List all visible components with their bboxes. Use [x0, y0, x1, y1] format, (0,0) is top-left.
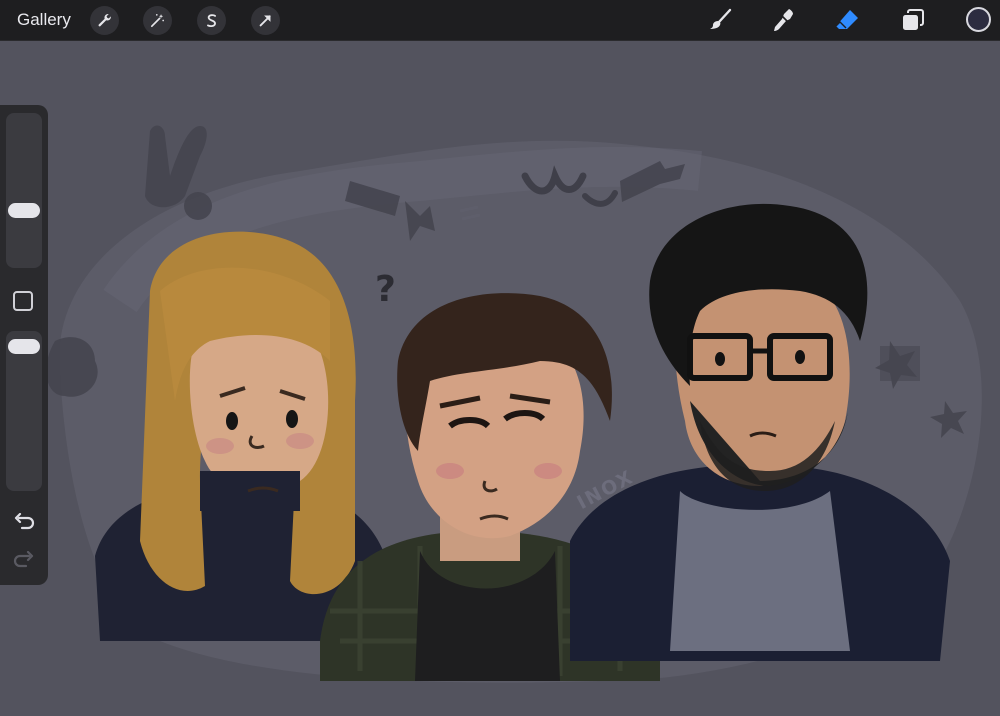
brush-icon[interactable]: [704, 4, 736, 36]
layers-icon[interactable]: [897, 4, 929, 36]
brush-size-slider-thumb[interactable]: [8, 203, 40, 218]
undo-icon[interactable]: [10, 510, 38, 534]
opacity-slider[interactable]: [6, 331, 42, 491]
color-picker-swatch[interactable]: [966, 7, 991, 32]
brush-size-slider[interactable]: [6, 113, 42, 268]
left-sidebar: [0, 105, 48, 585]
smudge-finger-icon[interactable]: [767, 4, 799, 36]
gallery-button[interactable]: Gallery: [17, 10, 71, 30]
drawing-canvas[interactable]: ? INOX: [0, 41, 1000, 711]
arrow-cursor-icon[interactable]: [251, 6, 280, 35]
top-toolbar: Gallery: [0, 0, 1000, 41]
magic-wand-icon[interactable]: [143, 6, 172, 35]
modify-square-icon[interactable]: [13, 291, 33, 311]
wrench-icon[interactable]: [90, 6, 119, 35]
artwork-illustration: ?: [46, 125, 982, 683]
redo-icon[interactable]: [10, 548, 38, 572]
svg-text:?: ?: [375, 269, 396, 310]
selection-s-icon[interactable]: [197, 6, 226, 35]
opacity-slider-thumb[interactable]: [8, 339, 40, 354]
eraser-icon[interactable]: [831, 4, 863, 36]
